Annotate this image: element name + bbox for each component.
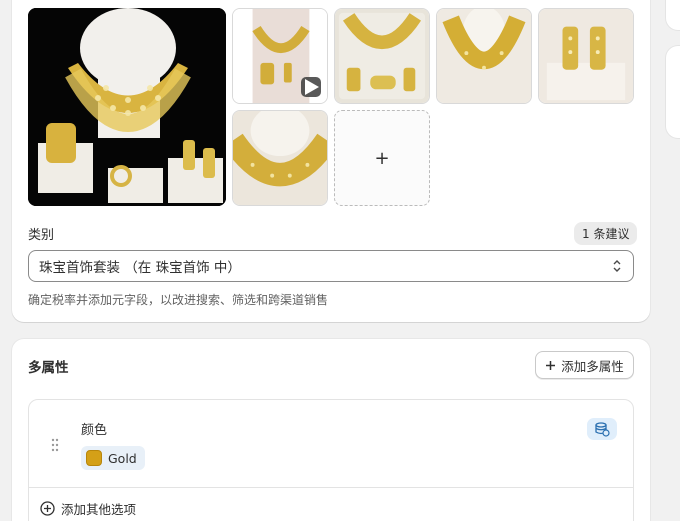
earrings-image (539, 9, 633, 103)
side-card-middle (666, 46, 680, 138)
jewelry-set-box-image (335, 9, 429, 103)
add-variants-label: 添加多属性 (561, 358, 624, 374)
media-thumb-necklace-detail[interactable] (232, 110, 328, 206)
drag-handle-icon[interactable] (51, 438, 59, 452)
media-thumb-earrings[interactable] (538, 8, 634, 104)
variants-heading: 多属性 (28, 360, 69, 376)
option-value-label: Gold (108, 450, 137, 466)
option-value-pill[interactable]: Gold (81, 446, 145, 470)
option-divider (29, 487, 633, 488)
plus-icon (546, 360, 556, 370)
media-thumb-set-box[interactable] (334, 8, 430, 104)
color-swatch (86, 450, 102, 466)
necklace-closeup-image (437, 9, 531, 103)
play-icon[interactable] (301, 77, 321, 97)
media-thumb-main[interactable] (28, 8, 226, 206)
option-box: 颜色 Gold 添加其他选项 (28, 399, 634, 521)
add-other-option-label: 添加其他选项 (61, 502, 137, 517)
suggestion-badge[interactable]: 1 条建议 (574, 222, 638, 245)
metafield-button[interactable] (587, 418, 617, 440)
option-name: 颜色 (81, 423, 108, 438)
necklace-detail-image (233, 111, 327, 205)
media-thumb-video[interactable] (232, 8, 328, 104)
add-variants-button[interactable]: 添加多属性 (535, 351, 634, 379)
media-thumb-necklace[interactable] (436, 8, 532, 104)
side-card-top (666, 0, 680, 30)
add-media-button[interactable]: + (334, 110, 430, 206)
category-select-value: 珠宝首饰套装 （在 珠宝首饰 中） (39, 260, 241, 276)
plus-circle-icon (40, 501, 55, 516)
category-select[interactable]: 珠宝首饰套装 （在 珠宝首饰 中） (28, 250, 634, 282)
jewelry-set-main-image (28, 8, 226, 206)
category-help-text: 确定税率并添加元字段，以改进搜索、筛选和跨渠道销售 (28, 293, 329, 307)
database-icon (595, 422, 610, 437)
add-other-option-button[interactable]: 添加其他选项 (40, 499, 136, 518)
chevron-up-down-icon (613, 260, 621, 272)
category-label: 类别 (28, 228, 55, 243)
